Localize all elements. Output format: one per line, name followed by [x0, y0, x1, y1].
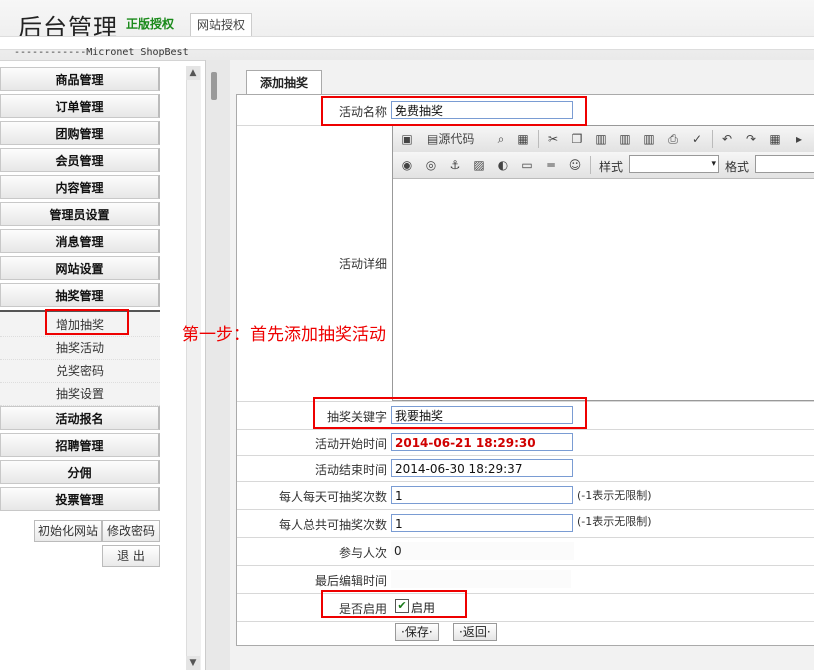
chevron-down-icon: ▾ [711, 159, 716, 169]
source-icon: ▤ [427, 132, 439, 146]
menu-item-admin-settings[interactable]: 管理员设置 [0, 202, 160, 226]
format-label: 格式 [725, 160, 750, 174]
submenu-lottery-activities[interactable]: 抽奖活动 [0, 337, 160, 360]
menu-item-site-settings[interactable]: 网站设置 [0, 256, 160, 280]
sidebar: 商品管理 订单管理 团购管理 会员管理 内容管理 管理员设置 消息管理 网站设置… [0, 64, 186, 670]
daily-limit-hint: (-1表示无限制) [577, 489, 652, 502]
scroll-down-arrow-icon[interactable]: ▼ [186, 656, 200, 670]
submenu-prize-codes[interactable]: 兑奖密码 [0, 360, 160, 383]
toolbar-separator [712, 130, 713, 148]
form-row-start-time: 活动开始时间 2014-06-21 18:29:30 [237, 429, 814, 456]
menu-item-messages[interactable]: 消息管理 [0, 229, 160, 253]
menu-item-members[interactable]: 会员管理 [0, 148, 160, 172]
form-row-end-time: 活动结束时间 2014-06-30 18:29:37 [237, 455, 814, 482]
editor-preview-icon[interactable]: ⌕ [491, 129, 511, 149]
tab-add-lottery[interactable]: 添加抽奖 [246, 70, 322, 95]
panel-splitter[interactable] [205, 60, 231, 670]
sidebar-scrollbar[interactable] [186, 66, 201, 670]
editor-link-icon[interactable]: ◉ [397, 155, 417, 175]
menu-item-groupbuy[interactable]: 团购管理 [0, 121, 160, 145]
editor-redo-icon[interactable]: ↷ [741, 129, 761, 149]
highlight-name-row [321, 96, 587, 126]
editor-content-area[interactable] [393, 178, 814, 399]
submenu-lottery-settings[interactable]: 抽奖设置 [0, 383, 160, 406]
editor-print-icon[interactable]: ⎙ [663, 129, 683, 149]
editor-hr-icon[interactable]: ═ [541, 155, 561, 175]
menu-item-orders[interactable]: 订单管理 [0, 94, 160, 118]
editor-maximize-icon[interactable]: ▣ [397, 129, 417, 149]
menu-item-lottery[interactable]: 抽奖管理 [0, 283, 160, 307]
editor-image-icon[interactable]: ▨ [469, 155, 489, 175]
back-label: 返回 [462, 625, 487, 639]
editor-unlink-icon[interactable]: ◎ [421, 155, 441, 175]
menu-item-commission[interactable]: 分佣 [0, 460, 160, 484]
end-time-input[interactable]: 2014-06-30 18:29:37 [391, 459, 573, 477]
editor-iframe-icon[interactable]: ▭ [517, 155, 537, 175]
rich-text-editor[interactable]: ▣ ▤源代码 ⌕ ▦ ✂ ❐ ▥ ▥ ▥ ⎙ ✓ ↶ ↷ ▦ ▸ ◉ ◎ ⚓ ▨… [392, 125, 814, 401]
daily-limit-label: 每人每天可抽奖次数 [278, 490, 387, 504]
end-time-label: 活动结束时间 [314, 463, 387, 477]
total-limit-hint: (-1表示无限制) [577, 515, 652, 528]
scroll-up-arrow-icon[interactable]: ▲ [186, 66, 200, 80]
brand-line: ------------Micronet ShopBest [14, 47, 189, 58]
step-annotation: 第一步：首先添加抽奖活动 [182, 325, 386, 345]
start-time-input[interactable]: 2014-06-21 18:29:30 [391, 433, 573, 451]
menu-item-voting[interactable]: 投票管理 [0, 487, 160, 511]
menu-item-products[interactable]: 商品管理 [0, 67, 160, 91]
toolbar-separator [538, 130, 539, 148]
last-edit-value [391, 570, 571, 588]
highlight-keyword-row [313, 397, 587, 429]
editor-spellcheck-icon[interactable]: ✓ [687, 129, 707, 149]
logout-button[interactable]: 退 出 [102, 545, 160, 567]
back-button[interactable]: ·返回· [453, 623, 497, 641]
bullet-icon: · [486, 625, 491, 639]
editor-smiley-icon[interactable]: ☺ [565, 155, 585, 175]
add-lottery-form: 活动名称 免费抽奖 活动详细 ▣ ▤源代码 ⌕ ▦ ✂ ❐ ▥ ▥ ▥ ⎙ ✓ … [236, 94, 814, 646]
editor-paste-text-icon[interactable]: ▥ [615, 129, 635, 149]
save-button[interactable]: ·保存· [395, 623, 439, 641]
editor-source-button[interactable]: ▤源代码 [423, 129, 493, 149]
editor-cut-icon[interactable]: ✂ [543, 129, 563, 149]
editor-anchor-icon[interactable]: ⚓ [445, 155, 465, 175]
highlight-enabled-row [321, 590, 467, 618]
license-official-link[interactable]: 正版授权 [126, 15, 174, 32]
editor-paste-icon[interactable]: ▥ [591, 129, 611, 149]
menu-item-recruitment[interactable]: 招聘管理 [0, 433, 160, 457]
editor-undo-icon[interactable]: ↶ [717, 129, 737, 149]
editor-toolbar-row-2: ◉ ◎ ⚓ ▨ ◐ ▭ ═ ☺ 样式 ▾ 格式 [393, 152, 814, 178]
start-time-label: 活动开始时间 [314, 437, 387, 451]
editor-paste-word-icon[interactable]: ▥ [639, 129, 659, 149]
menu-item-event-signup[interactable]: 活动报名 [0, 406, 160, 430]
editor-template-icon[interactable]: ▦ [513, 129, 533, 149]
init-site-button[interactable]: 初始化网站 [34, 520, 102, 542]
last-edit-label: 最后编辑时间 [314, 574, 387, 588]
daily-limit-input[interactable]: 1 [391, 486, 573, 504]
change-password-button[interactable]: 修改密码 [102, 520, 160, 542]
participants-label: 参与人次 [338, 546, 387, 560]
editor-toolbar-row-1: ▣ ▤源代码 ⌕ ▦ ✂ ❐ ▥ ▥ ▥ ⎙ ✓ ↶ ↷ ▦ ▸ [393, 126, 814, 152]
total-limit-label: 每人总共可抽奖次数 [278, 518, 387, 532]
participants-value: 0 [391, 542, 574, 560]
bullet-icon: · [428, 625, 433, 639]
editor-copy-icon[interactable]: ❐ [567, 129, 587, 149]
form-row-daily-limit: 每人每天可抽奖次数 1 (-1表示无限制) [237, 481, 814, 510]
style-dropdown[interactable]: ▾ [629, 155, 719, 173]
toolbar-separator [590, 156, 591, 174]
style-label: 样式 [599, 160, 624, 174]
total-limit-input[interactable]: 1 [391, 514, 573, 532]
form-row-total-limit: 每人总共可抽奖次数 1 (-1表示无限制) [237, 509, 814, 538]
highlight-add-lottery [45, 309, 129, 335]
license-site-tab[interactable]: 网站授权 [190, 13, 252, 36]
editor-more-icon[interactable]: ▸ [789, 129, 809, 149]
splitter-handle-icon[interactable] [211, 72, 217, 100]
form-row-participants: 参与人次 0 [237, 537, 814, 566]
editor-table-icon[interactable]: ▦ [765, 129, 785, 149]
detail-label: 活动详细 [338, 257, 387, 271]
save-label: 保存 [404, 625, 429, 639]
format-dropdown[interactable] [755, 155, 814, 173]
menu-item-content[interactable]: 内容管理 [0, 175, 160, 199]
editor-flash-icon[interactable]: ◐ [493, 155, 513, 175]
source-label: 源代码 [438, 132, 475, 146]
